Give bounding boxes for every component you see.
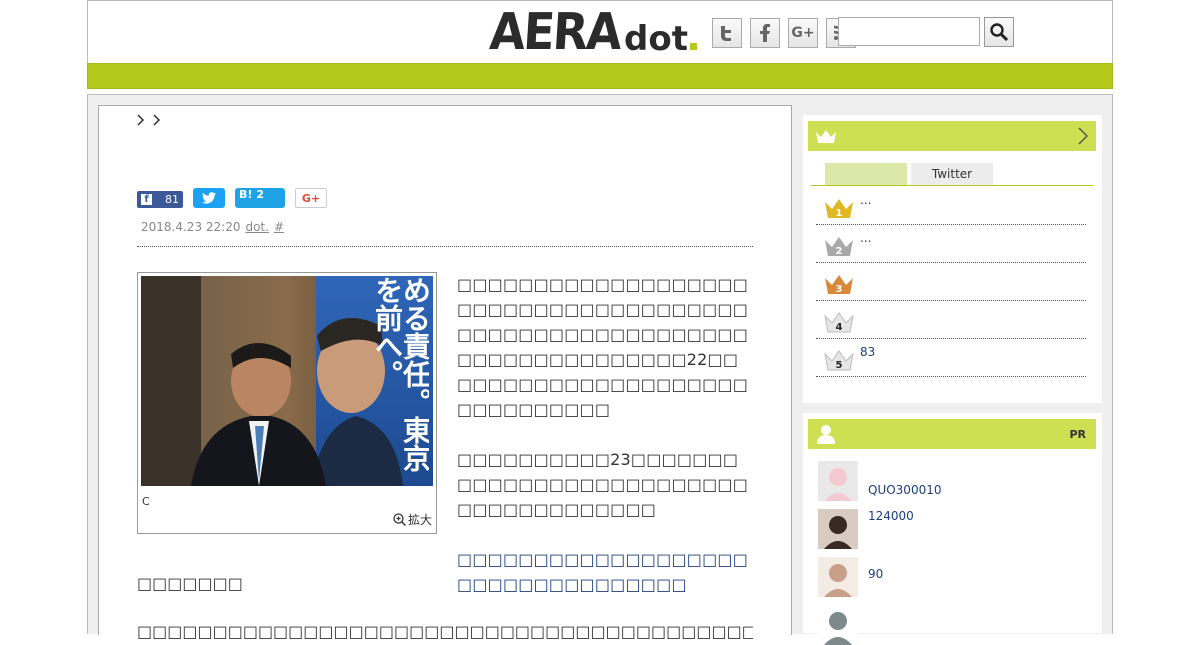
pr-header: PR	[808, 419, 1096, 449]
logo-sub-text: dot	[624, 19, 688, 59]
hashtag-link[interactable]: #	[274, 220, 284, 234]
ranking-item[interactable]: 3	[816, 263, 1086, 301]
article-paragraph: □□□□□□□□□□23□□□□□□□□□□□□□□□□□□□□□□□□□□□□…	[457, 450, 749, 519]
search-button[interactable]	[984, 17, 1014, 47]
google-plus-share-button[interactable]: G+	[295, 188, 327, 208]
rank-number: 2	[836, 246, 843, 257]
rank-crown-icon: 5	[824, 350, 854, 371]
ranking-item[interactable]: 1...	[816, 187, 1086, 225]
logo-period	[690, 43, 697, 50]
article-subheading: □□□□□□□	[137, 574, 243, 593]
chevron-right-icon[interactable]	[153, 114, 161, 130]
twitter-bird-icon	[202, 192, 216, 204]
zoom-in-icon	[393, 513, 406, 526]
rank-crown-icon: 3	[825, 275, 853, 295]
hatena-bookmark-button[interactable]: B! 2	[235, 188, 285, 208]
article-body: □□□□□□□□□□□□□□□□□□□□□□□□□□□□□□□□□□ □□□□□□…	[457, 272, 753, 622]
article-date: 2018.4.23 22:20	[141, 220, 241, 234]
rank-crown-icon: 1	[825, 199, 853, 219]
author-link[interactable]: dot.	[245, 220, 268, 234]
pr-widget: PR QUO300010 124000 90	[803, 413, 1102, 645]
pr-thumbnail[interactable]	[818, 557, 858, 597]
share-buttons: f 81 B! 2 G+	[137, 188, 327, 208]
pr-item[interactable]: 124000	[818, 509, 1088, 549]
facebook-icon: f	[141, 194, 152, 205]
social-links: G+	[712, 18, 856, 48]
poster-text: める責任。東京を前へ。	[373, 276, 429, 472]
rank-number: 5	[836, 360, 843, 371]
ranking-item[interactable]: 4	[816, 301, 1086, 339]
pr-thumbnail[interactable]	[818, 509, 858, 549]
facebook-share-count: 81	[165, 193, 179, 206]
pr-thumbnail[interactable]	[818, 461, 858, 501]
ranking-item-title: ...	[860, 193, 872, 207]
pr-item[interactable]: 90	[818, 557, 1088, 597]
rank-number: 4	[836, 322, 843, 333]
crown-icon	[816, 130, 836, 143]
pr-label: PR	[1069, 427, 1086, 441]
chevron-right-icon[interactable]	[137, 114, 145, 130]
facebook-share-button[interactable]: f 81	[137, 191, 183, 208]
pr-item[interactable]: QUO300010	[818, 461, 1088, 501]
rank-crown-icon: 2	[825, 237, 853, 257]
pr-item-text: 90	[868, 567, 884, 581]
twitter-share-button[interactable]	[193, 188, 225, 208]
search-input[interactable]	[838, 17, 980, 46]
pr-item-text: 124000	[868, 509, 914, 523]
person-icon	[817, 425, 835, 444]
aera-dot-logo[interactable]: AERA dot	[488, 2, 697, 61]
hatena-label: B!	[239, 188, 253, 201]
photo-figure: める責任。東京を前へ。 C 拡大	[137, 272, 437, 534]
ranking-tabs: Twitter	[811, 163, 1093, 186]
rank-number: 1	[836, 208, 843, 219]
zoom-button[interactable]: 拡大	[393, 511, 432, 528]
facebook-icon[interactable]	[750, 18, 780, 48]
tab-twitter[interactable]: Twitter	[911, 163, 993, 185]
photo-caption: C	[142, 495, 150, 508]
zoom-label: 拡大	[407, 513, 432, 527]
pr-item-text: QUO300010	[868, 483, 942, 497]
logo-main-text: AERA	[488, 1, 622, 61]
pr-item[interactable]	[818, 605, 1088, 645]
divider	[137, 246, 753, 247]
ranking-item[interactable]: 5 83	[816, 339, 1086, 377]
tab-ranking[interactable]	[825, 163, 907, 185]
google-plus-label: G+	[301, 191, 321, 205]
article-panel: f 81 B! 2 G+ 2018.4.23 22:20 dot. # める責任…	[98, 105, 792, 641]
hatena-count: 2	[256, 188, 265, 201]
article-meta: 2018.4.23 22:20 dot. #	[141, 220, 284, 234]
rank-crown-icon: 4	[824, 312, 854, 333]
nav-bar	[87, 63, 1113, 89]
breadcrumb	[137, 114, 161, 130]
ranking-item-title: 83	[860, 345, 876, 359]
google-plus-icon[interactable]: G+	[788, 18, 818, 48]
ranking-widget: Twitter 1... 2... 3 4 5 83	[803, 115, 1102, 403]
pr-thumbnail[interactable]	[818, 605, 858, 645]
article-paragraph: □□□□□□□□□□□□□□□□□□□□□□□□□□□□□□□□□□□□□□□□…	[457, 275, 749, 419]
rank-number: 3	[836, 284, 843, 295]
search-icon	[990, 23, 1008, 41]
ranking-item-title: ...	[860, 231, 872, 245]
article-paragraph: □□□□□□□□□□□□□□□□□□□□□□□□□□□□□□□□□□□□□□□□…	[137, 622, 753, 641]
ranking-header[interactable]	[808, 121, 1096, 151]
twitter-icon[interactable]	[712, 18, 742, 48]
related-article-link[interactable]: □□□□□□□□□□□□□□□□□□□□□□□□□□□□□□□□□□	[457, 547, 753, 597]
ranking-item[interactable]: 2...	[816, 225, 1086, 263]
article-photo[interactable]: める責任。東京を前へ。	[141, 276, 433, 486]
chevron-right-icon	[1078, 127, 1088, 145]
